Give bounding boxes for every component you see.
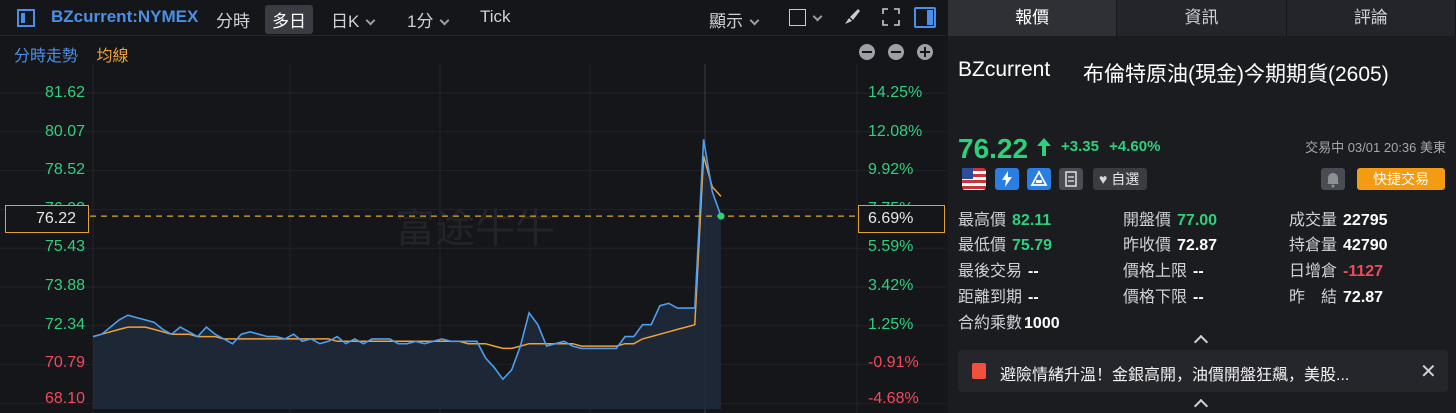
y-axis-label-left: 72.34: [45, 315, 86, 333]
watermark: 富途牛牛: [395, 207, 555, 251]
quote-panel: 報價 資訊 評論 BZcurrent 布倫特原油(現金)今期期貨(2605) 7…: [948, 0, 1456, 413]
bell-icon[interactable]: [1321, 168, 1345, 190]
change-percent: +4.60%: [1109, 138, 1161, 155]
zoom-out-icon[interactable]: [859, 44, 875, 60]
sidebar-toggle-icon[interactable]: [17, 9, 35, 27]
stat-high: 最高價 82.11: [958, 212, 1052, 229]
checkbox-icon[interactable]: [789, 9, 806, 26]
dropdown-daily-k-label: 日K: [331, 12, 360, 31]
panel-toggle-icon[interactable]: [914, 7, 936, 28]
y-axis-label-right: -0.91%: [868, 354, 919, 372]
chart-legend: 分時走勢 均線: [14, 42, 128, 66]
fullscreen-icon[interactable]: [882, 8, 900, 26]
display-label: 顯示: [709, 12, 743, 31]
stat-oi-change: 日增倉 -1127: [1289, 263, 1384, 280]
y-axis-label-left: 73.88: [45, 277, 86, 294]
y-axis-label-left: 80.07: [45, 122, 86, 140]
last-price: 76.22: [958, 133, 1029, 164]
stat-upper-limit: 價格上限 --: [1123, 263, 1204, 280]
stat-settlement: 昨 結 72.87: [1289, 289, 1384, 306]
stat-prev-close: 昨收價 72.87: [1123, 237, 1218, 254]
instrument-code: BZcurrent: [958, 58, 1051, 81]
y-axis-label-left: 68.10: [45, 390, 86, 407]
y-axis-label-right: 5.59%: [868, 238, 914, 256]
collapse-up-icon[interactable]: [1193, 334, 1209, 350]
lightning-icon[interactable]: [995, 168, 1019, 190]
us-flag-icon: [962, 168, 986, 190]
y-axis-label-right: 1.25%: [868, 315, 914, 333]
tab-tick[interactable]: Tick: [480, 7, 511, 27]
stat-last-trade: 最後交易 --: [958, 263, 1039, 280]
y-axis-label-right: 9.92%: [868, 161, 914, 179]
y-axis-label-right: -4.68%: [868, 390, 919, 407]
quick-trade-button[interactable]: 快捷交易: [1357, 168, 1445, 190]
brush-icon[interactable]: [842, 7, 862, 27]
display-dropdown[interactable]: 顯示: [709, 7, 760, 32]
current-price-dot: [717, 212, 725, 220]
zoom-in-icon[interactable]: [917, 44, 933, 60]
y-axis-label-left: 78.52: [45, 161, 86, 179]
stat-multiplier: 合約乘數 1000: [958, 315, 1060, 332]
price-change: +3.35 +4.60%: [1061, 138, 1160, 155]
chart-toolbar: BZcurrent:NYMEX 分時 多日 日K 1分 Tick 顯示: [0, 0, 946, 36]
stat-low: 最低價 75.79: [958, 237, 1053, 254]
price-area: [93, 139, 721, 409]
watchlist-label: 自選: [1111, 171, 1140, 187]
add-watchlist-button[interactable]: ♥ 自選: [1093, 168, 1148, 190]
news-banner[interactable]: 避險情緒升溫！金銀高開，油價開盤狂飆，美股... ✕: [958, 350, 1448, 392]
tab-quote[interactable]: 報價: [948, 0, 1118, 36]
current-price-tag-left: 76.22: [5, 205, 89, 233]
dropdown-daily-k[interactable]: 日K: [331, 7, 376, 32]
y-axis-label-right: 14.25%: [868, 84, 923, 101]
legend-intraday[interactable]: 分時走勢: [14, 48, 78, 65]
document-icon[interactable]: [1059, 168, 1083, 190]
close-icon[interactable]: ✕: [1420, 359, 1437, 384]
chart-pane: BZcurrent:NYMEX 分時 多日 日K 1分 Tick 顯示 分時走勢…: [0, 0, 946, 413]
y-axis-label-left: 75.43: [45, 238, 86, 256]
tab-comments[interactable]: 評論: [1286, 0, 1456, 36]
arrow-up-icon: [1037, 138, 1051, 156]
tab-multiday[interactable]: 多日: [265, 5, 313, 34]
stat-volume: 成交量 22795: [1289, 212, 1388, 229]
chevron-down-icon[interactable]: [812, 11, 823, 22]
chevron-down-icon: [749, 15, 760, 26]
legend-average[interactable]: 均線: [96, 48, 128, 65]
futures-icon[interactable]: [1027, 168, 1051, 190]
y-axis-label-right: 3.42%: [868, 277, 914, 294]
stat-open: 開盤價 77.00: [1123, 212, 1218, 229]
y-axis-label-left: 70.79: [45, 354, 86, 372]
tab-news[interactable]: 資訊: [1117, 0, 1287, 36]
trading-status: 交易中 03/01 20:36 美東: [1305, 140, 1446, 155]
change-value: +3.35: [1061, 138, 1099, 155]
average-line: [92, 155, 722, 350]
y-axis-label-right: 12.08%: [868, 122, 923, 140]
chevron-down-icon: [365, 15, 376, 26]
symbol-label[interactable]: BZcurrent:NYMEX: [51, 7, 198, 27]
quote-tabs: 報價 資訊 評論: [948, 0, 1456, 36]
stat-open-interest: 持倉量 42790: [1289, 237, 1388, 254]
news-headline[interactable]: 避險情緒升溫！金銀高開，油價開盤狂飆，美股...: [1000, 361, 1349, 385]
y-axis-label-left: 81.62: [45, 84, 86, 101]
expand-up-icon[interactable]: [1193, 398, 1209, 413]
instrument-name: 布倫特原油(現金)今期期貨(2605): [1083, 63, 1389, 86]
dropdown-1min[interactable]: 1分: [407, 7, 450, 32]
stat-lower-limit: 價格下限 --: [1123, 289, 1204, 306]
dropdown-1min-label: 1分: [407, 12, 434, 31]
chevron-down-icon: [440, 15, 450, 26]
tab-intraday[interactable]: 分時: [216, 7, 250, 32]
current-price-tag-right: 6.69%: [858, 205, 945, 233]
stat-expiry: 距離到期 --: [958, 289, 1039, 306]
minus-icon[interactable]: [888, 44, 904, 60]
price-chart[interactable]: 富途牛牛: [0, 64, 946, 413]
heart-icon: ♥: [1099, 171, 1108, 187]
news-icon: [972, 363, 986, 379]
